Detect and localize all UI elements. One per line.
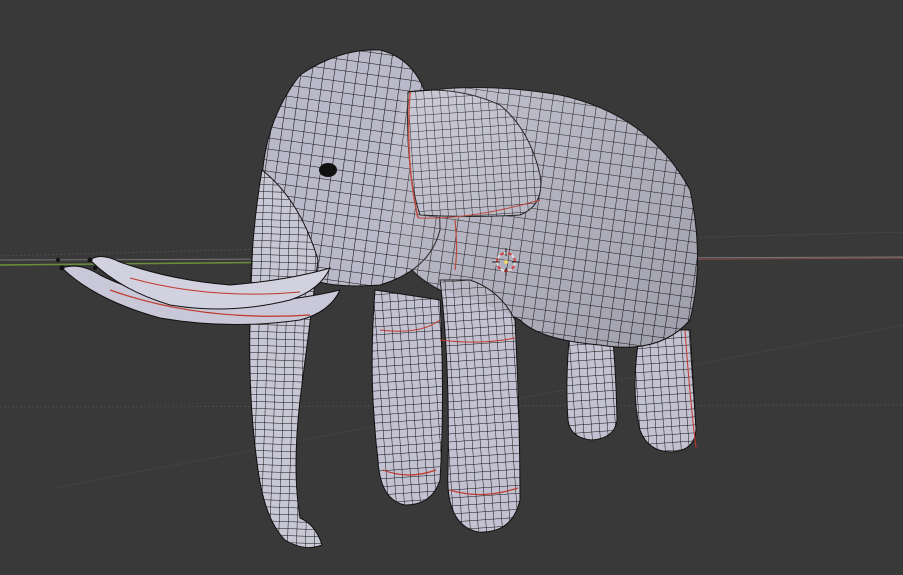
viewport-canvas[interactable] <box>0 0 903 575</box>
elephant-mesh[interactable] <box>56 49 698 549</box>
eye <box>319 163 337 177</box>
front-far-leg <box>371 289 443 506</box>
3d-viewport[interactable] <box>0 0 903 575</box>
